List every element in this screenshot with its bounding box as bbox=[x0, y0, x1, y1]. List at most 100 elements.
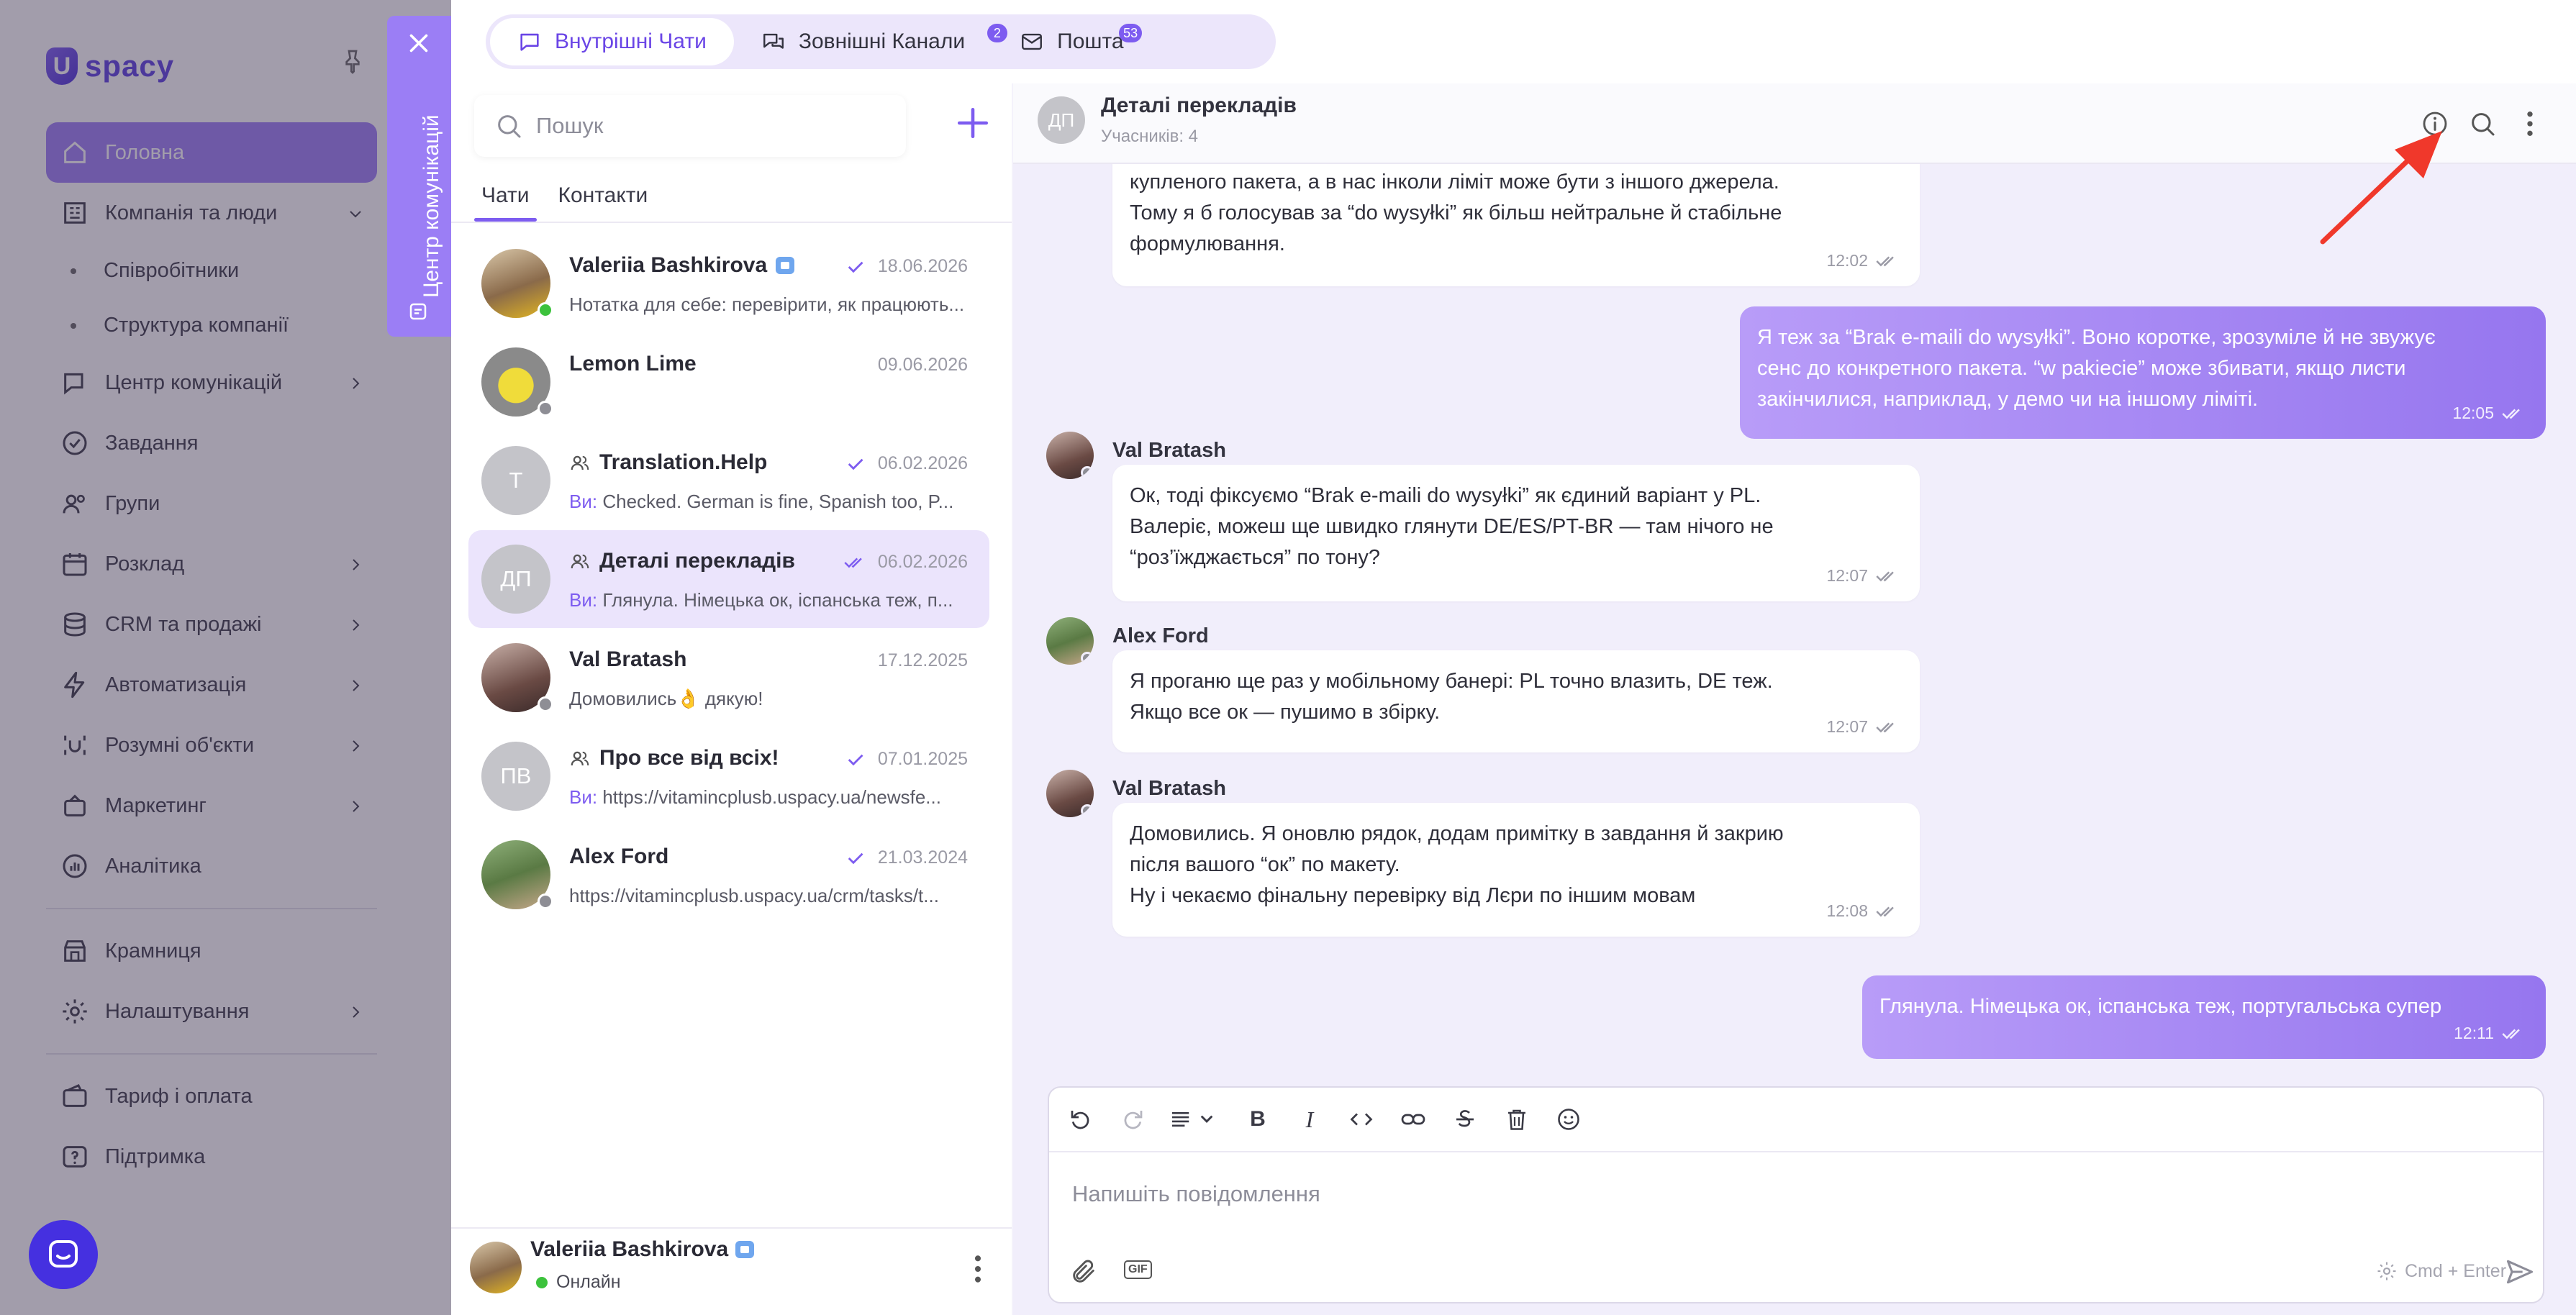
add-chat-icon[interactable] bbox=[955, 105, 991, 141]
more-vertical-icon[interactable] bbox=[974, 1253, 982, 1285]
send-icon[interactable] bbox=[2504, 1256, 2536, 1288]
chat-list-item[interactable]: ПВ Про все від всіх! 07.01.2025 Ви: https:/… bbox=[468, 727, 989, 825]
nav-item[interactable]: Групи bbox=[46, 473, 377, 534]
nav-item[interactable]: Головна bbox=[46, 122, 377, 183]
nav-item[interactable]: Налаштування bbox=[46, 981, 377, 1042]
presence-dot-icon bbox=[538, 401, 553, 417]
search-icon bbox=[498, 115, 521, 138]
nav-item[interactable]: Автоматизація bbox=[46, 655, 377, 715]
tab-external-channels[interactable]: Зовнішні Канали 2 bbox=[734, 18, 1007, 65]
gif-button[interactable]: GIF bbox=[1124, 1260, 1152, 1279]
tab-internal-chats[interactable]: Внутрішні Чати bbox=[490, 18, 734, 65]
strikethrough-icon[interactable] bbox=[1451, 1105, 1479, 1134]
chat-date-text: 17.12.2025 bbox=[877, 650, 968, 670]
sender-name[interactable]: Val Bratash bbox=[1112, 439, 1226, 463]
chat-name: Lemon Lime bbox=[569, 352, 697, 376]
trash-icon[interactable] bbox=[1502, 1105, 1531, 1134]
link-icon[interactable] bbox=[1399, 1105, 1428, 1134]
nav-item[interactable]: Розумні об'єкти bbox=[46, 715, 377, 775]
nav-item[interactable]: Центр комунікацій bbox=[46, 352, 377, 413]
participants-count: Учасників: 4 bbox=[1101, 127, 1199, 146]
nav-item-label: Центр комунікацій bbox=[105, 370, 283, 394]
chat-list-item[interactable]: Lemon Lime 09.06.2026 bbox=[468, 333, 989, 431]
chat-name: Valeriia Bashkirova bbox=[569, 253, 795, 278]
message-text: Якщо все ок — пушимо в збірку. bbox=[1130, 701, 1441, 724]
italic-icon[interactable]: I bbox=[1295, 1105, 1324, 1134]
presence-status[interactable]: Онлайн bbox=[536, 1272, 621, 1293]
chevron-right-icon bbox=[347, 676, 364, 693]
search-icon[interactable] bbox=[2468, 109, 2497, 138]
communications-center-tab[interactable]: Центр комунікацій bbox=[387, 16, 451, 337]
conversation-title[interactable]: Деталі перекладів bbox=[1101, 94, 1297, 118]
incoming-message[interactable]: Ок, тоді фіксуємо “Brak e-maili do wysył… bbox=[1112, 465, 1920, 601]
nav-item-label: Автоматизація bbox=[105, 673, 247, 696]
attach-icon[interactable] bbox=[1069, 1257, 1098, 1286]
nav-item[interactable]: Маркетинг bbox=[46, 775, 377, 836]
sender-name[interactable]: Alex Ford bbox=[1112, 624, 1209, 648]
help-chat-button[interactable] bbox=[29, 1220, 98, 1289]
emoji-icon[interactable] bbox=[1554, 1105, 1583, 1134]
sender-avatar[interactable] bbox=[1046, 617, 1094, 665]
chat-name-text: Деталі перекладів bbox=[599, 549, 795, 573]
communications-center-label: Центр комунікацій bbox=[419, 114, 443, 298]
sender-avatar[interactable] bbox=[1046, 770, 1094, 817]
nav-subitem[interactable]: Співробітники bbox=[46, 243, 377, 298]
uspacy-logo[interactable]: U spacy bbox=[46, 45, 174, 88]
nav-item[interactable]: Завдання bbox=[46, 413, 377, 473]
more-vertical-icon[interactable] bbox=[2524, 109, 2536, 138]
tab-contacts[interactable]: Контакти bbox=[557, 170, 650, 222]
message-input[interactable] bbox=[1072, 1181, 2439, 1207]
read-check-icon bbox=[848, 852, 863, 864]
unread-badge: 53 bbox=[1119, 24, 1143, 42]
search-box[interactable] bbox=[474, 95, 906, 157]
bold-icon[interactable]: B bbox=[1243, 1105, 1272, 1134]
presence-dot-icon bbox=[538, 696, 553, 712]
close-icon[interactable] bbox=[406, 30, 432, 56]
you-prefix: Ви: bbox=[569, 786, 598, 808]
nav-item[interactable]: Компанія та люди bbox=[46, 183, 377, 243]
incoming-message[interactable]: Домовились. Я оновлю рядок, додам приміт… bbox=[1112, 803, 1920, 937]
nav-item-label: Розумні об'єкти bbox=[105, 733, 255, 757]
message-text: Глянула. Німецька ок, іспанська теж, пор… bbox=[1879, 995, 2442, 1018]
group-avatar[interactable]: ДП bbox=[1038, 96, 1085, 144]
chat-name-text: Про все від всіх! bbox=[599, 746, 779, 770]
redo-icon[interactable] bbox=[1118, 1105, 1147, 1134]
chat-list-item[interactable]: ДП Деталі перекладів 06.02.2026 Ви: Глянула… bbox=[468, 530, 989, 628]
nav-item[interactable]: Розклад bbox=[46, 534, 377, 594]
nav-item[interactable]: Підтримка bbox=[46, 1127, 377, 1187]
chat-list-item[interactable]: Val Bratash 17.12.2025 Домовились👌 дякую! bbox=[468, 629, 989, 727]
chat-list-item[interactable]: Valeriia Bashkirova 18.06.2026 Нотатка для… bbox=[468, 235, 989, 332]
chevron-down-icon bbox=[347, 204, 364, 222]
time-text: 12:07 bbox=[1826, 566, 1868, 585]
send-shortcut-hint[interactable]: Cmd + Enter bbox=[2376, 1260, 2506, 1282]
sender-avatar[interactable] bbox=[1046, 432, 1094, 479]
chat-list-item[interactable]: Alex Ford 21.03.2024 https://vitamincplusb… bbox=[468, 826, 989, 924]
incoming-message[interactable]: купленого пакета, а в нас інколи ліміт м… bbox=[1112, 164, 1920, 286]
tab-chats[interactable]: Чати bbox=[474, 170, 537, 222]
chat-list-item[interactable]: T Translation.Help 06.02.2026 Ви: Checked. … bbox=[468, 432, 989, 529]
tab-mail[interactable]: Пошта 53 bbox=[992, 18, 1151, 65]
support-icon bbox=[59, 1141, 91, 1173]
nav-item[interactable]: Тариф і оплата bbox=[46, 1066, 377, 1127]
avatar: ДП bbox=[481, 545, 550, 614]
avatar[interactable] bbox=[470, 1242, 522, 1293]
search-input[interactable] bbox=[536, 113, 881, 139]
code-icon[interactable] bbox=[1347, 1105, 1376, 1134]
nav-subitem[interactable]: Структура компанії bbox=[46, 298, 377, 352]
outgoing-message[interactable]: Я теж за “Brak e-maili do wysyłki”. Воно… bbox=[1740, 306, 2546, 439]
nav-item-label: Тариф і оплата bbox=[105, 1084, 253, 1108]
undo-icon[interactable] bbox=[1066, 1105, 1095, 1134]
outgoing-message[interactable]: Глянула. Німецька ок, іспанська теж, пор… bbox=[1862, 975, 2546, 1059]
nav-item[interactable]: Крамниця bbox=[46, 921, 377, 981]
sender-name[interactable]: Val Bratash bbox=[1112, 777, 1226, 801]
incoming-message[interactable]: Я проганю ще раз у мобільному банері: PL… bbox=[1112, 650, 1920, 752]
group-chat-icon bbox=[571, 751, 589, 766]
chevron-right-icon bbox=[347, 374, 364, 391]
pin-icon[interactable] bbox=[338, 47, 367, 76]
chat-name: Translation.Help bbox=[569, 450, 767, 475]
time-text: 12:02 bbox=[1826, 251, 1868, 270]
nav-item[interactable]: CRM та продажі bbox=[46, 594, 377, 655]
lightning-icon bbox=[59, 669, 91, 701]
nav-item[interactable]: Аналітика bbox=[46, 836, 377, 896]
align-dropdown-icon[interactable] bbox=[1170, 1105, 1220, 1134]
